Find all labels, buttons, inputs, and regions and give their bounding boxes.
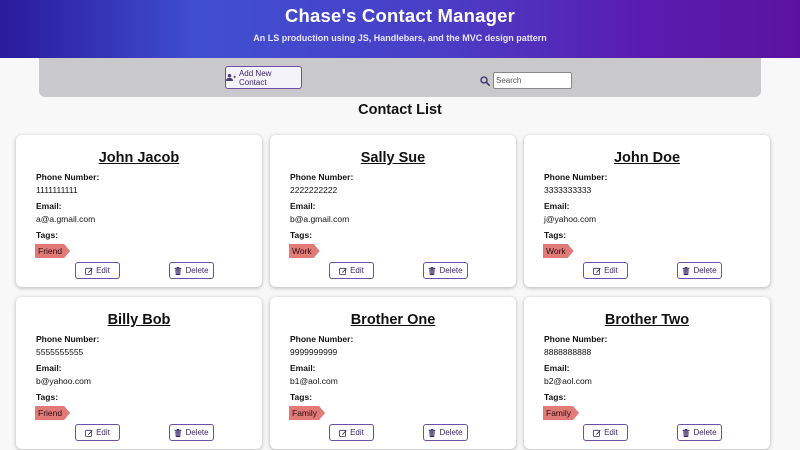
tag-badge[interactable]: Family [543, 406, 579, 420]
tags-label: Tags: [290, 230, 313, 240]
edit-button[interactable]: Edit [75, 262, 120, 279]
contact-card: Brother One Phone Number: 9999999999 Ema… [270, 297, 516, 449]
search-icon [480, 75, 490, 86]
contact-card: Sally Sue Phone Number: 2222222222 Email… [270, 135, 516, 287]
email-label: Email: [544, 201, 570, 211]
delete-button[interactable]: Delete [169, 262, 214, 279]
tag-badge[interactable]: Work [543, 244, 574, 258]
tags-label: Tags: [290, 392, 313, 402]
trash-icon [175, 266, 182, 275]
contact-name: John Doe [613, 150, 681, 166]
trash-icon [175, 428, 182, 437]
edit-icon [85, 267, 93, 275]
email-label: Email: [544, 363, 570, 373]
phone-label: Phone Number: [36, 334, 100, 344]
phone-label: Phone Number: [290, 334, 354, 344]
email-value: b@a.gmail.com [290, 214, 350, 224]
edit-button[interactable]: Edit [583, 424, 628, 441]
trash-icon [429, 266, 436, 275]
email-value: j@yahoo.com [544, 214, 597, 224]
contact-name: Sally Sue [360, 150, 426, 166]
tag-badge[interactable]: Family [289, 406, 325, 420]
edit-label: Edit [350, 266, 364, 275]
edit-icon [593, 267, 601, 275]
contact-card: Billy Bob Phone Number: 5555555555 Email… [16, 297, 262, 449]
edit-label: Edit [604, 266, 618, 275]
email-label: Email: [36, 363, 62, 373]
delete-button[interactable]: Delete [423, 262, 468, 279]
phone-value: 8888888888 [544, 347, 592, 357]
contact-name: Brother Two [604, 312, 690, 328]
phone-label: Phone Number: [544, 334, 608, 344]
phone-label: Phone Number: [36, 172, 100, 182]
edit-label: Edit [96, 428, 110, 437]
edit-icon [339, 429, 347, 437]
email-value: a@a.gmail.com [36, 214, 96, 224]
tags-label: Tags: [544, 230, 567, 240]
delete-label: Delete [693, 428, 717, 437]
edit-icon [85, 429, 93, 437]
phone-label: Phone Number: [290, 172, 354, 182]
contact-card: Brother Two Phone Number: 8888888888 Ema… [524, 297, 770, 449]
trash-icon [683, 428, 690, 437]
add-contact-button[interactable]: Add New Contact [225, 66, 302, 89]
tags-label: Tags: [544, 392, 567, 402]
delete-button[interactable]: Delete [423, 424, 468, 441]
delete-button[interactable]: Delete [677, 262, 722, 279]
contact-name: Brother One [350, 312, 436, 328]
email-value: b1@aol.com [290, 376, 338, 386]
contact-list-title: Contact List [358, 102, 442, 118]
contact-name: Billy Bob [107, 312, 171, 328]
edit-label: Edit [350, 428, 364, 437]
contact-name: John Jacob [98, 150, 180, 166]
delete-button[interactable]: Delete [169, 424, 214, 441]
delete-label: Delete [185, 428, 209, 437]
tags-label: Tags: [36, 392, 59, 402]
email-value: b@yahoo.com [36, 376, 91, 386]
edit-icon [593, 429, 601, 437]
phone-value: 3333333333 [544, 185, 592, 195]
edit-button[interactable]: Edit [75, 424, 120, 441]
phone-label: Phone Number: [544, 172, 608, 182]
email-label: Email: [290, 363, 316, 373]
app-title: Chase's Contact Manager [284, 5, 516, 26]
edit-label: Edit [604, 428, 618, 437]
phone-value: 1111111111 [36, 185, 78, 195]
trash-icon [683, 266, 690, 275]
tag-badge[interactable]: Work [289, 244, 320, 258]
edit-button[interactable]: Edit [329, 424, 374, 441]
search-input[interactable] [493, 72, 572, 89]
trash-icon [429, 428, 436, 437]
app-subtitle: An LS production using JS, Handlebars, a… [253, 33, 547, 43]
email-value: b2@aol.com [544, 376, 592, 386]
tag-badge[interactable]: Friend [35, 244, 70, 258]
search-group [480, 72, 572, 89]
edit-label: Edit [96, 266, 110, 275]
edit-icon [339, 267, 347, 275]
delete-button[interactable]: Delete [677, 424, 722, 441]
email-label: Email: [36, 201, 62, 211]
edit-button[interactable]: Edit [329, 262, 374, 279]
email-label: Email: [290, 201, 316, 211]
delete-label: Delete [185, 266, 209, 275]
user-plus-icon [226, 74, 236, 81]
tag-badge[interactable]: Friend [35, 406, 70, 420]
contact-card: John Jacob Phone Number: 1111111111 Emai… [16, 135, 262, 287]
delete-label: Delete [439, 428, 463, 437]
phone-value: 2222222222 [290, 185, 338, 195]
phone-value: 9999999999 [290, 347, 338, 357]
delete-label: Delete [439, 266, 463, 275]
edit-button[interactable]: Edit [583, 262, 628, 279]
tags-label: Tags: [36, 230, 59, 240]
phone-value: 5555555555 [36, 347, 84, 357]
toolbar: Add New Contact [39, 58, 761, 97]
delete-label: Delete [693, 266, 717, 275]
app-header: Chase's Contact Manager An LS production… [0, 0, 800, 58]
contact-card: John Doe Phone Number: 3333333333 Email:… [524, 135, 770, 287]
add-contact-label: Add New Contact [238, 68, 272, 87]
